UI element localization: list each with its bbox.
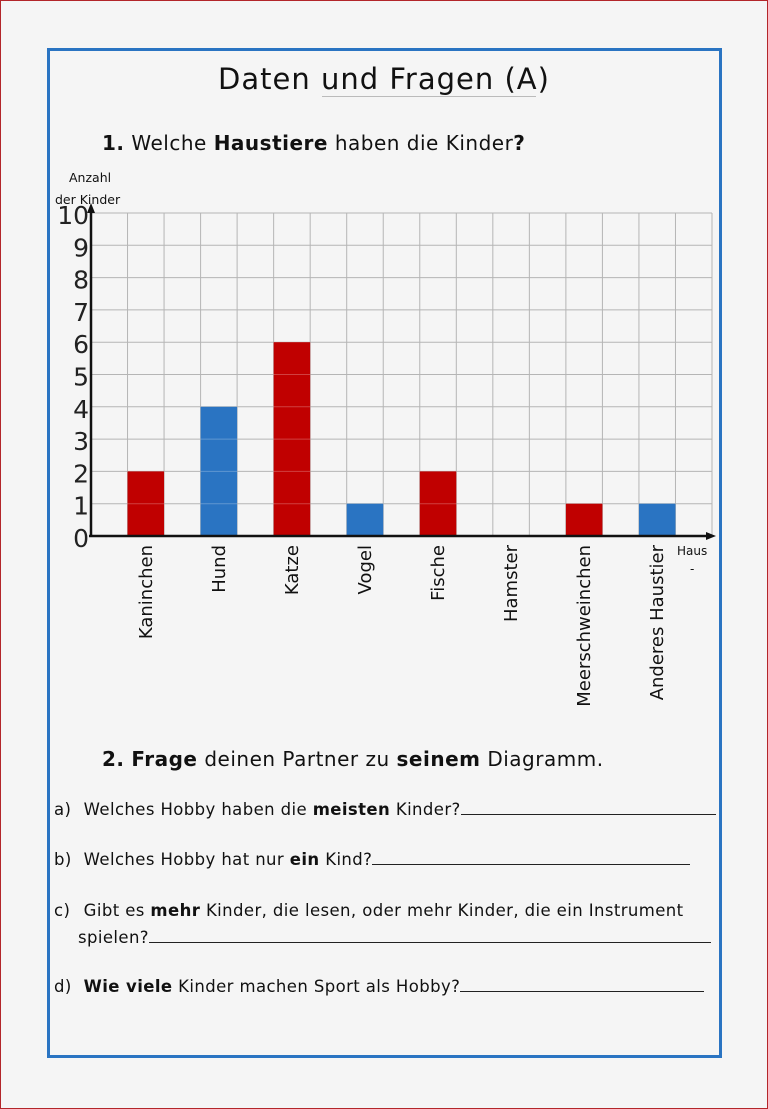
question-a-post: Kinder? (395, 800, 461, 819)
answer-line-d[interactable] (460, 977, 705, 992)
y-tick-label: 2 (73, 459, 89, 488)
question-b: b) Welches Hobby hat nur ein Kind? (54, 850, 691, 869)
x-tick-label: Hamster (501, 544, 522, 622)
x-tick-label: Vogel (355, 545, 376, 594)
bar-meerschweinchen (565, 503, 603, 536)
question-c-letter: c) (54, 901, 71, 920)
x-tick-label: Anderes Haustier (647, 544, 668, 700)
question-a-pre: Welches Hobby haben die (83, 800, 308, 819)
question-b-letter: b) (54, 850, 72, 869)
y-tick-label: 6 (73, 330, 89, 359)
x-tick-label: Kaninchen (136, 545, 157, 639)
bar-vogel (346, 503, 384, 536)
question-b-pre: Welches Hobby hat nur (83, 850, 285, 869)
task-2-bold2: seinem (396, 747, 481, 771)
question-a: a) Welches Hobby haben die meisten Kinde… (54, 800, 716, 819)
answer-line-c[interactable] (148, 928, 711, 943)
y-tick-label: 4 (73, 395, 89, 424)
bar-anderes-haustier (638, 503, 676, 536)
x-axis-label-line2: - (689, 562, 695, 576)
task-2-post: Diagramm. (487, 747, 604, 771)
x-tick-label: Katze (282, 545, 303, 595)
question-b-post: Kind? (325, 850, 373, 869)
question-c-cont: spielen? (78, 928, 149, 947)
question-a-bold: meisten (312, 800, 391, 819)
task-2-number: 2. (102, 747, 125, 771)
question-d-letter: d) (54, 977, 72, 996)
x-tick-label: Fische (428, 545, 449, 601)
task-2-mid: deinen Partner zu (204, 747, 390, 771)
question-d-post: Kinder machen Sport als Hobby? (178, 977, 461, 996)
answer-line-a[interactable] (460, 800, 716, 815)
x-tick-label: Hund (209, 545, 230, 593)
x-tick-labels: Kaninchen Hund Katze Vogel Fische Hamster Meer… (136, 544, 668, 706)
answer-line-b[interactable] (372, 850, 691, 865)
y-tick-label: 8 (73, 266, 89, 295)
y-tick-label: 9 (73, 233, 89, 262)
question-d-bold: Wie viele (83, 977, 173, 996)
bar-chart: 0 1 2 3 4 5 6 7 8 9 10 Kaninchen Hund Katze Vogel Fisc… (57, 201, 716, 707)
chart-grid (90, 212, 713, 536)
y-tick-labels: 0 1 2 3 4 5 6 7 8 9 10 (57, 201, 89, 553)
chart-axes (87, 203, 716, 540)
x-tick-label: Meerschweinchen (574, 545, 595, 707)
question-d: d) Wie viele Kinder machen Sport als Hob… (54, 977, 705, 996)
x-axis-arrow-icon (706, 532, 716, 540)
x-axis-label: Haus - (677, 542, 707, 578)
question-c-bold: mehr (150, 901, 201, 920)
question-a-letter: a) (54, 800, 72, 819)
x-axis-label-line1: Haus (677, 544, 708, 558)
question-b-bold: ein (289, 850, 320, 869)
task-2-heading: 2. Frage deinen Partner zu seinem Diagra… (102, 747, 604, 771)
question-c: c) Gibt es mehr Kinder, die lesen, oder … (54, 901, 684, 920)
question-c-post: Kinder, die lesen, oder mehr Kinder, die… (205, 901, 684, 920)
question-c-continued: spielen? (78, 928, 711, 947)
y-tick-label: 10 (57, 201, 89, 230)
question-c-pre: Gibt es (83, 901, 145, 920)
y-tick-label: 5 (73, 363, 89, 392)
y-tick-label: 7 (73, 298, 89, 327)
y-tick-label: 3 (73, 427, 89, 456)
y-tick-label: 0 (73, 524, 89, 553)
y-tick-label: 1 (73, 492, 89, 521)
task-2-bold1: Frage (131, 747, 198, 771)
